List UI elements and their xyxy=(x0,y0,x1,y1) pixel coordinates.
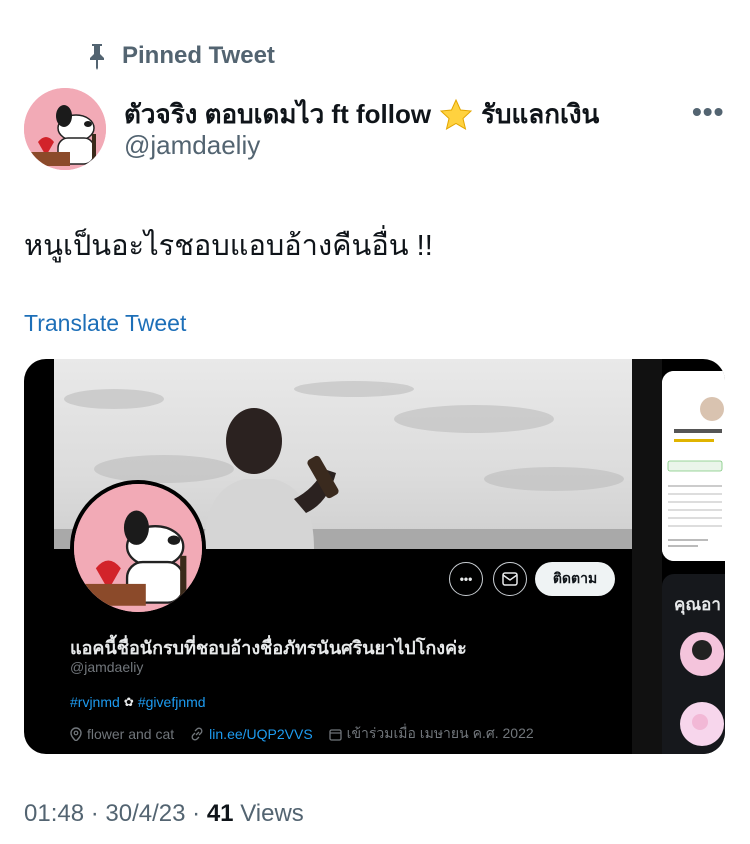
hashtag: #rvjnmd xyxy=(70,694,120,710)
separator: · xyxy=(90,800,99,827)
mail-icon xyxy=(502,572,518,586)
embedded-message-button xyxy=(493,562,527,596)
location-text: flower and cat xyxy=(87,726,175,742)
side-strip xyxy=(632,359,662,754)
more-options-icon[interactable]: ••• xyxy=(692,96,724,128)
author-display-name[interactable]: ตัวจริง ตอบเดมไว ft follow xyxy=(124,94,431,135)
embedded-profile-avatar xyxy=(70,480,206,616)
tweet-text: หนูเป็นอะไรชอบแอบอ้างคืนอื่น !! xyxy=(24,230,433,262)
profile-link: lin.ee/UQP2VVS xyxy=(209,726,313,742)
author-display-name-suffix[interactable]: รับแลกเงิน xyxy=(481,94,599,135)
joined-text: เข้าร่วมเมื่อ เมษายน ค.ศ. 2022 xyxy=(346,725,534,741)
location-item: flower and cat xyxy=(70,726,174,742)
embedded-profile-meta: flower and cat lin.ee/UQP2VVS เข้าร่วมเม… xyxy=(70,723,534,745)
tweet-image[interactable]: ••• ติดตาม แอคนี้ชื่อนักรบที่ชอบอ้างชื่อ… xyxy=(24,359,725,754)
flower-icon: ✿ xyxy=(123,695,134,709)
views-label: Views xyxy=(240,800,304,827)
separator: · xyxy=(192,800,201,827)
embedded-profile-name: แอคนี้ชื่อนักรบที่ชอบอ้างชื่อภัทรนันศริน… xyxy=(70,638,467,658)
link-item: lin.ee/UQP2VVS xyxy=(190,726,313,742)
tweet-date[interactable]: 30/4/23 xyxy=(105,800,185,827)
embedded-profile-handle: @jamdaeliy xyxy=(70,659,144,675)
tweet-footer: 01:48 · 30/4/23 · 41 Views xyxy=(24,800,304,828)
embedded-profile-tags: #rvjnmd ✿ #givefjnmd xyxy=(70,694,206,710)
ellipsis-icon: ••• xyxy=(459,572,473,586)
pinned-label: Pinned Tweet xyxy=(122,42,275,69)
author-avatar[interactable] xyxy=(24,88,106,170)
side-panel-title: คุณอา xyxy=(674,595,721,614)
side-preview-panel xyxy=(662,371,725,561)
tweet-time[interactable]: 01:48 xyxy=(24,800,84,827)
author-handle[interactable]: @jamdaeliy xyxy=(124,130,260,161)
views-count: 41 xyxy=(206,800,234,827)
link-icon xyxy=(191,727,203,741)
calendar-icon xyxy=(329,728,342,741)
pin-icon xyxy=(90,44,104,70)
hashtag: #givefjnmd xyxy=(137,694,206,710)
translate-tweet-link[interactable]: Translate Tweet xyxy=(24,310,186,337)
embedded-more-button: ••• xyxy=(449,562,483,596)
location-pin-icon xyxy=(70,727,82,741)
star-icon xyxy=(439,98,473,130)
pinned-indicator: Pinned Tweet xyxy=(86,40,275,72)
joined-item: เข้าร่วมเมื่อ เมษายน ค.ศ. 2022 xyxy=(329,723,534,745)
embedded-follow-button: ติดตาม xyxy=(535,562,615,596)
author-name-row: ตัวจริง ตอบเดมไว ft follow รับแลกเงิน xyxy=(124,94,599,135)
